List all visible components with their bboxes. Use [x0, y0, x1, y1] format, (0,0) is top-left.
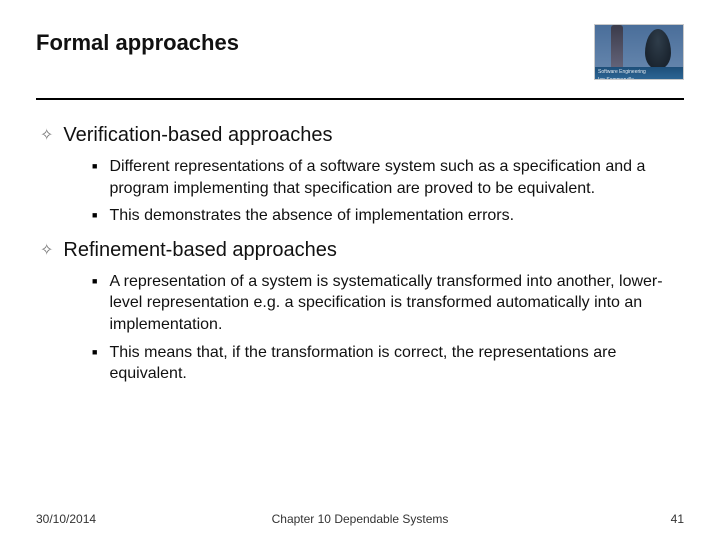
bullet-item: ✧ Verification-based approaches ■ Differ…: [40, 124, 684, 227]
slide-body: ✧ Verification-based approaches ■ Differ…: [36, 124, 684, 385]
footer-date: 30/10/2014: [36, 512, 96, 526]
square-bullet-icon: ■: [92, 156, 97, 176]
bullet-heading: ✧ Verification-based approaches: [40, 124, 684, 148]
sub-bullet-text: This demonstrates the absence of impleme…: [109, 205, 514, 227]
slide-footer: 30/10/2014 Chapter 10 Dependable Systems…: [0, 512, 720, 526]
square-bullet-icon: ■: [92, 271, 97, 291]
square-bullet-icon: ■: [92, 205, 97, 225]
footer-page-number: 41: [671, 512, 684, 526]
sub-bullet-item: ■ A representation of a system is system…: [92, 271, 684, 336]
bullet-heading-text: Refinement-based approaches: [63, 239, 337, 262]
footer-chapter: Chapter 10 Dependable Systems: [0, 512, 720, 526]
square-bullet-icon: ■: [92, 342, 97, 362]
sub-bullet-item: ■ This means that, if the transformation…: [92, 342, 684, 385]
sub-bullet-list: ■ Different representations of a softwar…: [40, 156, 684, 227]
bullet-heading-text: Verification-based approaches: [63, 124, 332, 147]
logo-text-line2: Ian Sommerville: [598, 76, 680, 80]
diamond-bullet-icon: ✧: [40, 124, 53, 148]
sub-bullet-item: ■ This demonstrates the absence of imple…: [92, 205, 684, 227]
sub-bullet-item: ■ Different representations of a softwar…: [92, 156, 684, 199]
sub-bullet-text: This means that, if the transformation i…: [109, 342, 664, 385]
sub-bullet-text: A representation of a system is systemat…: [109, 271, 664, 336]
diamond-bullet-icon: ✧: [40, 239, 53, 263]
slide: Formal approaches Software Engineering I…: [0, 0, 720, 540]
slide-header: Formal approaches Software Engineering I…: [36, 24, 684, 100]
slide-title: Formal approaches: [36, 24, 239, 56]
sub-bullet-text: Different representations of a software …: [109, 156, 664, 199]
bullet-item: ✧ Refinement-based approaches ■ A repres…: [40, 239, 684, 385]
book-cover-thumbnail: Software Engineering Ian Sommerville: [594, 24, 684, 80]
sub-bullet-list: ■ A representation of a system is system…: [40, 271, 684, 385]
bullet-heading: ✧ Refinement-based approaches: [40, 239, 684, 263]
logo-text-line1: Software Engineering: [598, 68, 680, 76]
